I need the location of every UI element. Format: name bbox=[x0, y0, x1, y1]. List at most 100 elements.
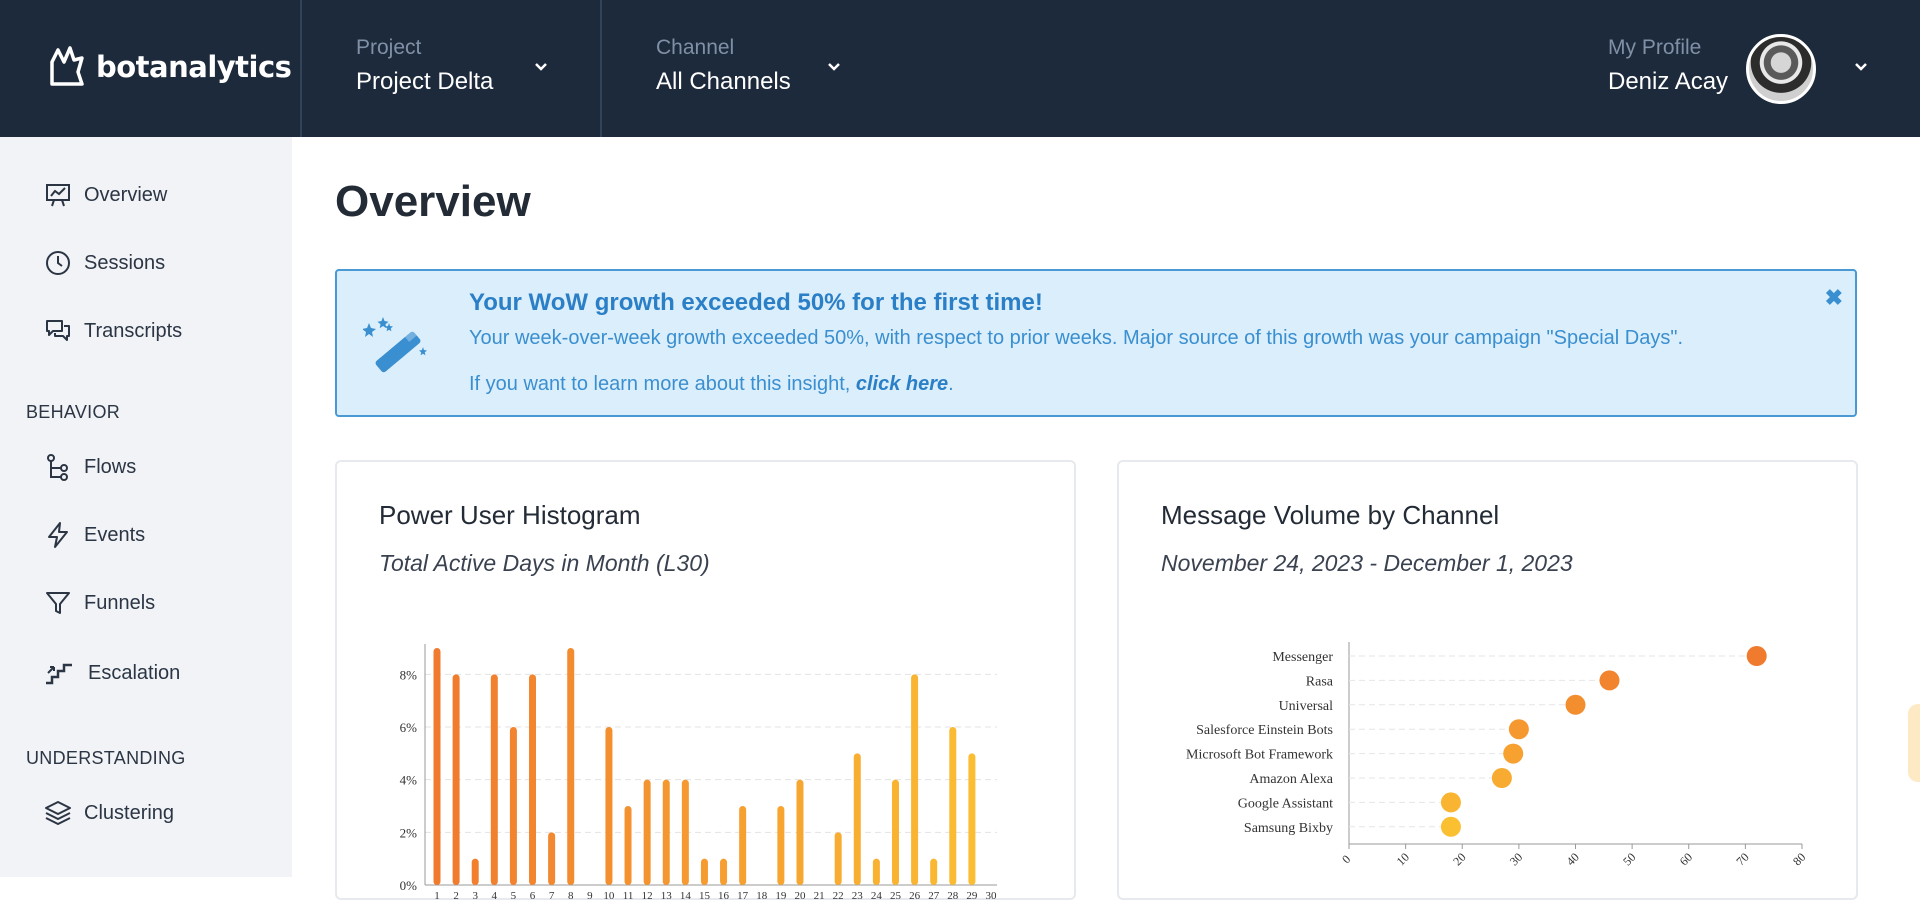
x-tick-label: 18 bbox=[756, 890, 768, 902]
x-tick-label: 50 bbox=[1620, 850, 1638, 868]
profile-menu[interactable]: My Profile Deniz Acay bbox=[1608, 36, 1728, 96]
magic-wand-icon bbox=[363, 317, 427, 373]
x-tick-label: 22 bbox=[833, 890, 844, 902]
x-tick-label: 30 bbox=[1507, 850, 1525, 868]
sidebar-item-label: Funnels bbox=[84, 591, 156, 614]
y-tick-label: 2% bbox=[400, 825, 418, 840]
category-label: Rasa bbox=[1306, 674, 1334, 689]
histogram-bar bbox=[739, 806, 747, 885]
x-tick-label: 2 bbox=[453, 890, 459, 902]
chevron-down-icon[interactable] bbox=[827, 62, 841, 72]
sidebar-item-label: Flows bbox=[84, 455, 137, 478]
card-title: Power User Histogram bbox=[379, 500, 641, 530]
card-subtitle: November 24, 2023 - December 1, 2023 bbox=[1161, 550, 1573, 576]
sidebar-item-funnels[interactable]: Funnels bbox=[44, 589, 155, 617]
section-title-understanding: UNDERSTANDING bbox=[26, 748, 186, 768]
chevron-down-icon[interactable] bbox=[534, 62, 548, 72]
flow-icon bbox=[47, 454, 68, 481]
brand-logo[interactable]: botanalytics bbox=[44, 44, 292, 90]
channel-value: All Channels bbox=[656, 68, 791, 95]
insight-more: If you want to learn more about this ins… bbox=[469, 373, 954, 396]
channel-selector[interactable]: Channel All Channels bbox=[656, 36, 791, 96]
histogram-bar bbox=[624, 806, 632, 885]
insight-banner: Your WoW growth exceeded 50% for the fir… bbox=[335, 269, 1857, 417]
histogram-bar bbox=[700, 858, 708, 885]
project-label: Project bbox=[356, 36, 422, 59]
x-tick-label: 3 bbox=[472, 890, 478, 902]
histogram-bar bbox=[777, 806, 785, 885]
brand-name: botanalytics bbox=[96, 50, 292, 84]
x-tick-label: 29 bbox=[966, 890, 978, 902]
card-title: Message Volume by Channel bbox=[1161, 500, 1500, 530]
x-tick-label: 40 bbox=[1563, 850, 1581, 868]
histogram-bar bbox=[891, 779, 899, 885]
sidebar-item-sessions[interactable]: Sessions bbox=[44, 249, 165, 277]
card-subtitle: Total Active Days in Month (L30) bbox=[379, 550, 710, 576]
category-label: Salesforce Einstein Bots bbox=[1196, 723, 1333, 738]
x-tick-label: 11 bbox=[623, 890, 634, 902]
x-tick-label: 60 bbox=[1677, 850, 1695, 868]
project-selector[interactable]: Project Project Delta bbox=[356, 36, 493, 96]
x-tick-label: 17 bbox=[737, 890, 749, 902]
histogram-bar bbox=[930, 858, 938, 885]
sidebar-item-label: Events bbox=[84, 523, 146, 546]
histogram-bar bbox=[834, 832, 842, 885]
clock-icon bbox=[46, 251, 70, 275]
histogram-bar bbox=[490, 674, 498, 885]
page-title: Overview bbox=[335, 177, 531, 226]
sidebar-item-clustering[interactable]: Clustering bbox=[44, 799, 174, 827]
x-tick-label: 80 bbox=[1790, 850, 1808, 868]
sidebar-item-label: Transcripts bbox=[84, 319, 183, 342]
section-title-behavior: BEHAVIOR bbox=[26, 402, 121, 422]
data-point bbox=[1565, 694, 1586, 715]
category-label: Samsung Bixby bbox=[1244, 821, 1333, 836]
y-tick-label: 6% bbox=[400, 720, 418, 735]
funnel-icon bbox=[46, 592, 70, 614]
x-tick-label: 5 bbox=[511, 890, 517, 902]
data-point bbox=[1746, 646, 1767, 666]
histogram-bar bbox=[853, 753, 861, 885]
category-label: Amazon Alexa bbox=[1249, 772, 1333, 787]
sidebar-item-label: Clustering bbox=[84, 801, 175, 824]
histogram-bar bbox=[949, 727, 957, 885]
x-tick-label: 27 bbox=[928, 890, 940, 902]
sidebar-item-label: Escalation bbox=[88, 661, 181, 684]
histogram-bar bbox=[471, 858, 479, 885]
sidebar-item-events[interactable]: Events bbox=[44, 521, 145, 549]
sidebar-item-overview[interactable]: Overview bbox=[44, 181, 167, 209]
sidebar-item-transcripts[interactable]: Transcripts bbox=[44, 317, 182, 345]
histogram-bar bbox=[433, 648, 441, 885]
channel-label: Channel bbox=[656, 36, 735, 59]
chat-bubbles-icon bbox=[46, 320, 70, 341]
category-label: Microsoft Bot Framework bbox=[1186, 748, 1333, 763]
header-divider bbox=[300, 0, 302, 137]
histogram-bar bbox=[548, 832, 556, 885]
chevron-down-icon[interactable] bbox=[1854, 62, 1868, 72]
y-tick-label: 4% bbox=[400, 773, 418, 788]
side-feedback-tab[interactable] bbox=[1908, 704, 1920, 782]
x-tick-label: 10 bbox=[1394, 850, 1412, 868]
data-point bbox=[1503, 743, 1524, 764]
main-content: Overview Your WoW growth exceeded 50% fo… bbox=[292, 137, 1920, 902]
sidebar-item-escalation[interactable]: Escalation bbox=[44, 659, 180, 687]
x-tick-label: 14 bbox=[680, 890, 692, 902]
data-point bbox=[1508, 719, 1529, 740]
x-tick-label: 30 bbox=[986, 890, 998, 902]
sidebar-item-label: Sessions bbox=[84, 251, 166, 274]
x-tick-label: 1 bbox=[434, 890, 440, 902]
avatar[interactable] bbox=[1746, 34, 1816, 104]
data-point bbox=[1491, 768, 1512, 788]
x-tick-label: 70 bbox=[1733, 850, 1751, 868]
sidebar-item-flows[interactable]: Flows bbox=[44, 453, 136, 481]
histogram-bar bbox=[796, 779, 804, 885]
layers-icon bbox=[45, 801, 71, 825]
power-user-histogram-card: Power User Histogram Total Active Days i… bbox=[335, 460, 1076, 902]
histogram-bar bbox=[872, 858, 880, 885]
message-volume-card: Message Volume by Channel November 24, 2… bbox=[1117, 460, 1858, 900]
close-icon[interactable]: ✖ bbox=[1825, 285, 1843, 311]
insight-body: Your week-over-week growth exceeded 50%,… bbox=[469, 327, 1684, 349]
histogram-bar bbox=[529, 674, 537, 885]
sidebar-item-label: Overview bbox=[84, 183, 168, 206]
histogram-bar bbox=[643, 779, 651, 885]
insight-link[interactable]: click here bbox=[856, 373, 948, 395]
